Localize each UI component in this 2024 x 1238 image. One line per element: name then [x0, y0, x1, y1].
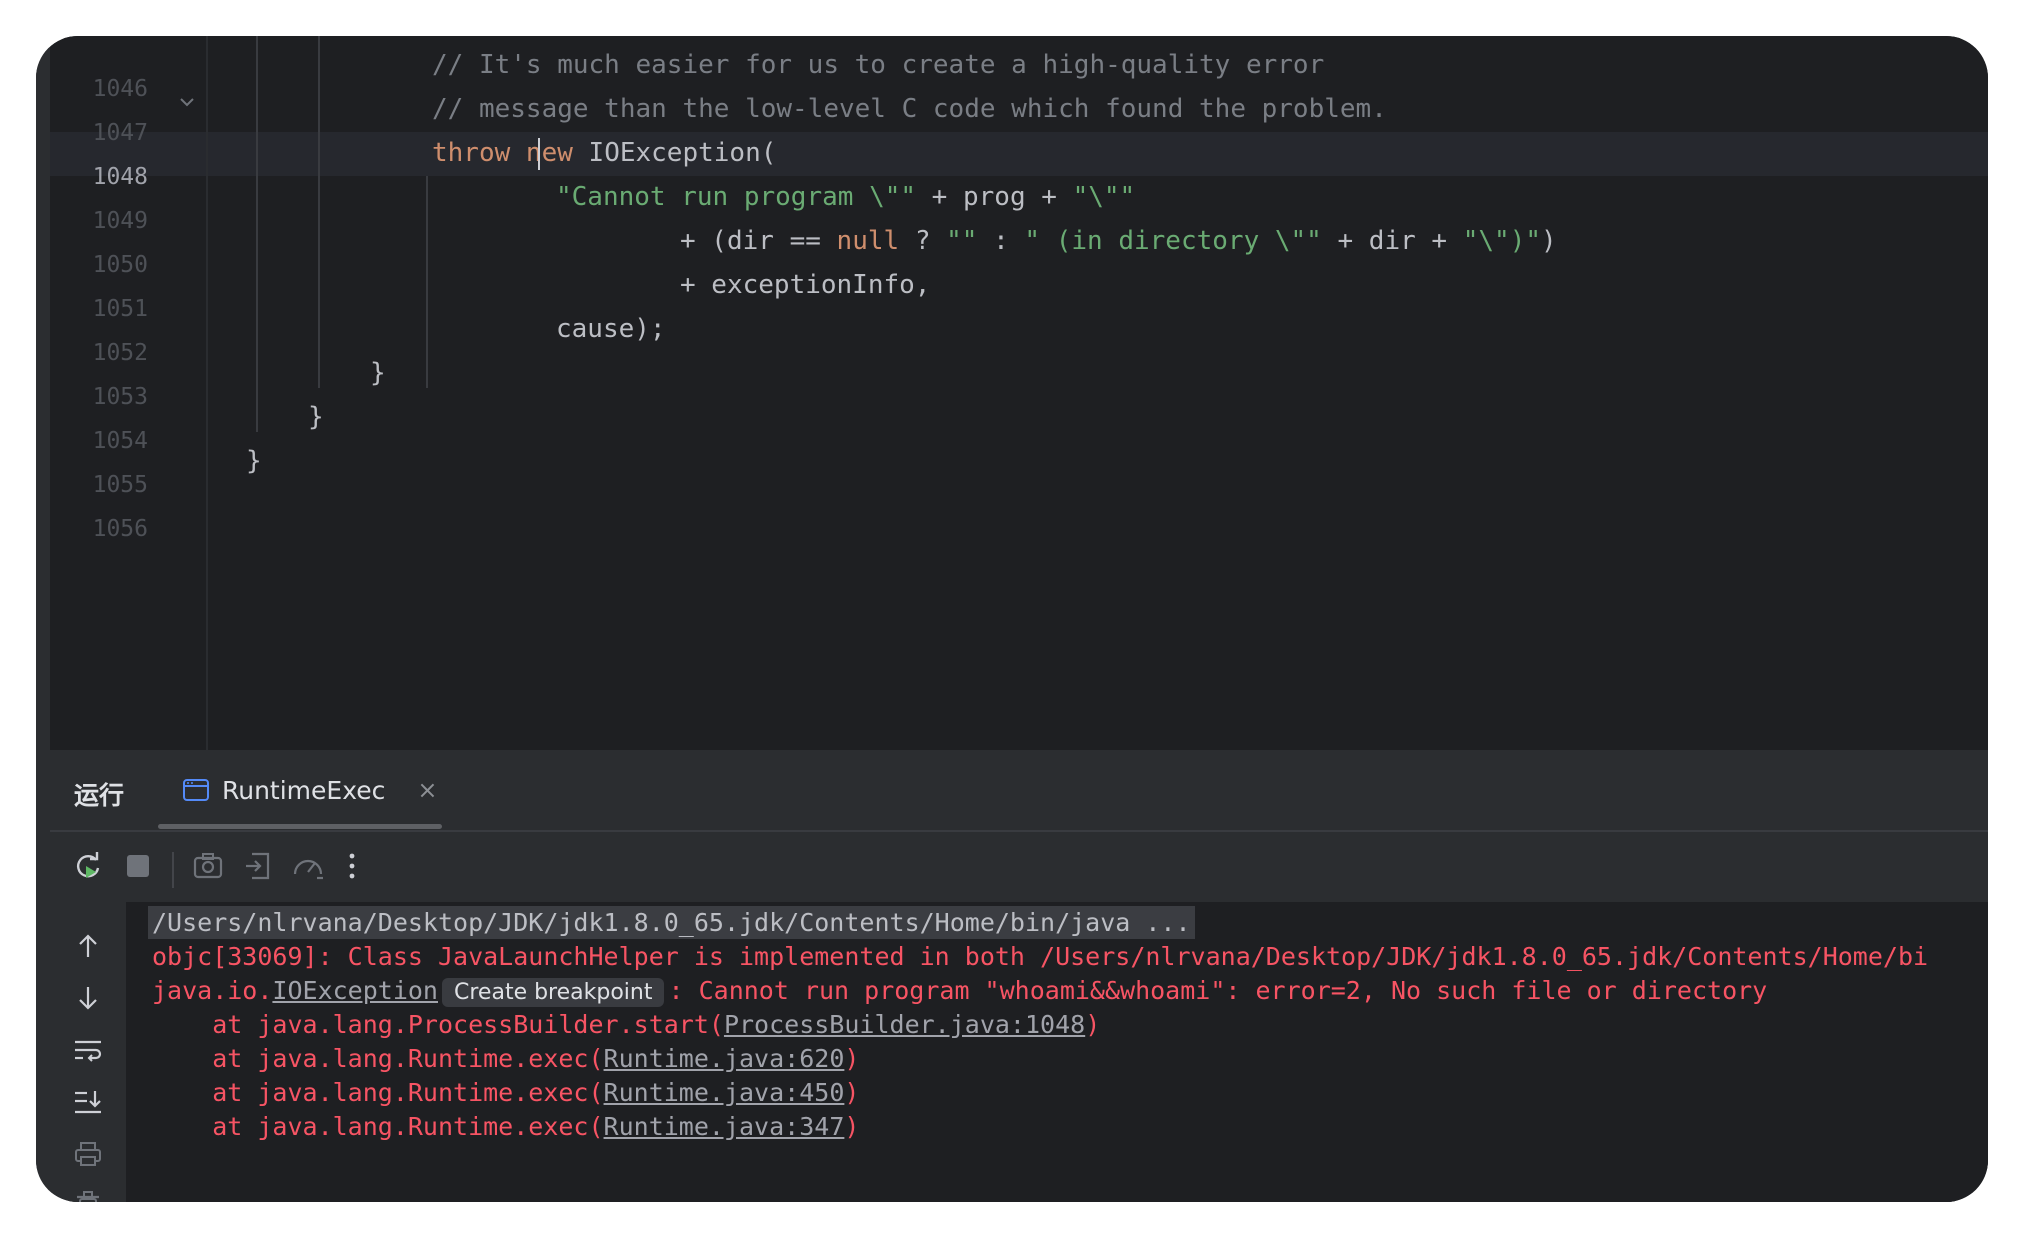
- string-literal: " (in directory \"": [1024, 226, 1322, 256]
- code-line-1049: "Cannot run program \"" + prog + "\"": [556, 182, 1135, 212]
- more-icon[interactable]: [334, 848, 370, 884]
- line-number[interactable]: 1047: [68, 120, 148, 146]
- code-line-1053: }: [370, 358, 386, 388]
- string-literal: "Cannot run program \"": [556, 182, 917, 212]
- code-line-1046: // It's much easier for us to create a h…: [432, 50, 1325, 80]
- indent-guide: [426, 176, 428, 388]
- stack-frame: at java.lang.ProcessBuilder.start(Proces…: [152, 1010, 1100, 1039]
- soft-wrap-icon[interactable]: [70, 1032, 106, 1068]
- line-number[interactable]: 1046: [68, 76, 148, 102]
- down-arrow-icon[interactable]: [70, 980, 106, 1016]
- code-line-1050: + (dir == null ? "" : " (in directory \"…: [680, 226, 1557, 256]
- stack-frame-link[interactable]: Runtime.java:620: [604, 1044, 845, 1073]
- stack-frame: at java.lang.Runtime.exec(Runtime.java:3…: [152, 1112, 859, 1141]
- rerun-icon[interactable]: [70, 848, 106, 884]
- stop-icon[interactable]: [120, 848, 156, 884]
- active-tab-indicator: [158, 824, 442, 829]
- line-number[interactable]: 1056: [68, 516, 148, 542]
- line-number[interactable]: 1051: [68, 296, 148, 322]
- up-arrow-icon[interactable]: [70, 928, 106, 964]
- indent-guide: [318, 36, 320, 388]
- command-text[interactable]: /Users/nlrvana/Desktop/JDK/jdk1.8.0_65.j…: [148, 906, 1195, 939]
- stack-frame-link[interactable]: ProcessBuilder.java:1048: [724, 1010, 1085, 1039]
- stack-frame-prefix: at java.lang.Runtime.exec(: [152, 1112, 604, 1141]
- toolbar-separator: [172, 852, 174, 888]
- stack-frame-prefix: at java.lang.ProcessBuilder.start(: [152, 1010, 724, 1039]
- code-text: ?: [899, 226, 947, 256]
- console-command-line[interactable]: /Users/nlrvana/Desktop/JDK/jdk1.8.0_65.j…: [148, 906, 1195, 939]
- code-text: ): [1541, 226, 1557, 256]
- stack-frame-suffix: ): [844, 1112, 860, 1141]
- tab-label: RuntimeExec: [222, 775, 386, 805]
- stack-frame-suffix: ): [844, 1078, 860, 1107]
- code-line-1047: // message than the low-level C code whi…: [432, 94, 1387, 124]
- ide-window: 1046 1047 1048 1049 1050 1051 1052 1053 …: [36, 36, 1988, 1202]
- tab-runtimeexec[interactable]: RuntimeExec ×: [158, 760, 461, 820]
- string-literal: "\"": [1072, 182, 1136, 212]
- keyword-null: null: [836, 226, 900, 256]
- console-output[interactable]: /Users/nlrvana/Desktop/JDK/jdk1.8.0_65.j…: [126, 902, 1988, 1202]
- console-line-objc: objc[33069]: Class JavaLaunchHelper is i…: [152, 942, 1929, 971]
- current-line-highlight: [50, 132, 1988, 176]
- line-number[interactable]: 1055: [68, 472, 148, 498]
- stack-frame-link[interactable]: Runtime.java:450: [604, 1078, 845, 1107]
- code-line-1055: }: [246, 446, 262, 476]
- line-number[interactable]: 1052: [68, 340, 148, 366]
- stack-frame-prefix: at java.lang.Runtime.exec(: [152, 1078, 604, 1107]
- keyword-new: new: [525, 138, 573, 168]
- line-number[interactable]: 1049: [68, 208, 148, 234]
- line-number[interactable]: 1054: [68, 428, 148, 454]
- code-line-1054: }: [308, 402, 324, 432]
- code-line-1051: + exceptionInfo,: [680, 270, 931, 300]
- exception-class-link[interactable]: IOException: [272, 976, 438, 1005]
- code-text: + (dir ==: [680, 226, 837, 256]
- run-tool-window: 运行 RuntimeExec × /Users/nlrvana/Desktop/…: [50, 750, 1988, 1202]
- exception-message: : Cannot run program "whoami&&whoami": e…: [668, 976, 1768, 1005]
- code-line-1052: cause);: [556, 314, 666, 344]
- exception-prefix: java.io.: [152, 976, 273, 1005]
- scroll-to-end-icon[interactable]: [70, 1084, 106, 1120]
- line-number[interactable]: 1053: [68, 384, 148, 410]
- gutter-separator: [206, 36, 208, 750]
- screenshot-icon[interactable]: [190, 848, 226, 884]
- indent-guide: [256, 36, 258, 432]
- stack-frame: at java.lang.Runtime.exec(Runtime.java:6…: [152, 1044, 859, 1073]
- stack-frame-suffix: ): [844, 1044, 860, 1073]
- line-number[interactable]: 1050: [68, 252, 148, 278]
- clear-icon[interactable]: [70, 1186, 106, 1202]
- code-text: :: [977, 226, 1025, 256]
- profiler-icon[interactable]: [290, 848, 326, 884]
- close-icon[interactable]: ×: [417, 776, 437, 804]
- run-config-icon: [183, 779, 209, 801]
- code-text: + prog +: [916, 182, 1073, 212]
- string-literal: "\")": [1462, 226, 1542, 256]
- stack-frame: at java.lang.Runtime.exec(Runtime.java:4…: [152, 1078, 859, 1107]
- keyword-throw: throw: [432, 138, 526, 168]
- create-breakpoint-button[interactable]: Create breakpoint: [442, 978, 665, 1007]
- print-icon[interactable]: [70, 1136, 106, 1172]
- line-number-active[interactable]: 1048: [68, 164, 148, 190]
- code-line-1048: throw new IOException(: [432, 138, 776, 168]
- stack-frame-link[interactable]: Runtime.java:347: [604, 1112, 845, 1141]
- string-literal: "": [946, 226, 978, 256]
- code-text: IOException(: [572, 138, 777, 168]
- restore-layout-icon[interactable]: [240, 848, 276, 884]
- code-text: + dir +: [1321, 226, 1463, 256]
- run-toolbar: [50, 832, 1988, 902]
- code-editor[interactable]: 1046 1047 1048 1049 1050 1051 1052 1053 …: [50, 36, 1988, 750]
- run-tabs-bar: 运行 RuntimeExec ×: [50, 750, 1988, 832]
- text-caret: [538, 138, 540, 170]
- stack-frame-suffix: ): [1085, 1010, 1101, 1039]
- stack-frame-prefix: at java.lang.Runtime.exec(: [152, 1044, 604, 1073]
- fold-chevron-icon[interactable]: [178, 96, 196, 108]
- console-side-toolbar: [50, 902, 126, 1202]
- window-edge: [36, 36, 50, 1202]
- console-line-exception: java.io.IOException Create breakpoint: Ca…: [152, 976, 1768, 1007]
- run-panel-title: 运行: [74, 781, 125, 810]
